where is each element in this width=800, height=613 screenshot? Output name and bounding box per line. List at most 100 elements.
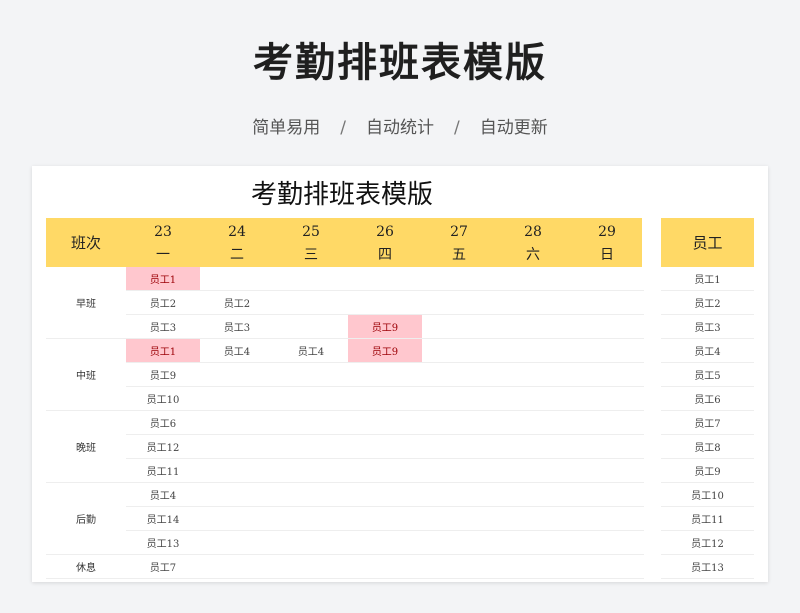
schedule-cell[interactable] [348,387,422,411]
schedule-cell[interactable]: 员工3 [126,315,200,339]
schedule-cell[interactable] [274,315,348,339]
schedule-cell[interactable] [422,507,496,531]
schedule-cell[interactable]: 员工4 [200,339,274,363]
schedule-cell[interactable] [570,555,644,579]
schedule-cell[interactable]: 员工11 [126,459,200,483]
schedule-cell[interactable] [496,315,570,339]
schedule-cell[interactable] [422,411,496,435]
day-number: 25 [302,224,320,240]
schedule-cell[interactable] [570,507,644,531]
schedule-cell[interactable] [496,267,570,291]
tagline-item-3: 自动更新 [479,118,548,138]
schedule-cell[interactable] [274,435,348,459]
schedule-cell[interactable]: 员工2 [126,291,200,315]
schedule-cell[interactable] [496,435,570,459]
schedule-cell[interactable]: 员工4 [126,483,200,507]
schedule-cell[interactable] [422,531,496,555]
schedule-cell[interactable] [422,363,496,387]
schedule-cell[interactable] [422,435,496,459]
schedule-cell[interactable] [348,291,422,315]
schedule-cell[interactable]: 员工10 [126,387,200,411]
schedule-cell[interactable] [422,555,496,579]
schedule-cell[interactable] [200,267,274,291]
schedule-cell[interactable] [570,531,644,555]
schedule-cell[interactable] [496,411,570,435]
day-header: 24 二 [200,218,274,267]
schedule-cell[interactable] [570,411,644,435]
schedule-cell[interactable] [422,387,496,411]
schedule-cell[interactable]: 员工13 [126,531,200,555]
schedule-cell[interactable] [274,387,348,411]
schedule-cell[interactable] [348,507,422,531]
schedule-cell[interactable] [422,459,496,483]
schedule-cell[interactable] [274,531,348,555]
schedule-cell[interactable] [200,411,274,435]
schedule-cell[interactable] [496,555,570,579]
schedule-cell[interactable] [200,483,274,507]
schedule-cell[interactable] [274,483,348,507]
schedule-cell[interactable]: 员工2 [200,291,274,315]
schedule-cell[interactable]: 员工7 [126,555,200,579]
schedule-cell[interactable] [348,363,422,387]
schedule-cell[interactable] [570,267,644,291]
day-weekday: 二 [230,247,244,263]
schedule-cell[interactable] [200,387,274,411]
schedule-cell[interactable] [570,435,644,459]
schedule-cell[interactable]: 员工12 [126,435,200,459]
schedule-cell[interactable] [274,267,348,291]
schedule-cell[interactable]: 员工3 [200,315,274,339]
schedule-cell[interactable]: 员工9 [348,339,422,363]
schedule-cell[interactable] [200,363,274,387]
schedule-cell[interactable] [200,507,274,531]
schedule-cell[interactable] [570,483,644,507]
schedule-cell[interactable]: 员工1 [126,267,200,291]
schedule-cell[interactable] [570,459,644,483]
schedule-cell[interactable] [570,315,644,339]
schedule-cell[interactable] [422,483,496,507]
schedule-cell[interactable] [496,339,570,363]
schedule-cell[interactable] [348,531,422,555]
schedule-cell[interactable] [348,459,422,483]
schedule-cell[interactable] [274,363,348,387]
schedule-cell[interactable] [496,291,570,315]
schedule-cell[interactable] [496,507,570,531]
schedule-cell[interactable] [274,291,348,315]
schedule-cell[interactable]: 员工14 [126,507,200,531]
schedule-cell[interactable] [422,339,496,363]
schedule-cell[interactable] [496,363,570,387]
schedule-cell[interactable] [570,291,644,315]
schedule-cell[interactable] [200,459,274,483]
schedule-cell[interactable]: 员工6 [126,411,200,435]
schedule-cell[interactable] [200,531,274,555]
day-header: 26 四 [348,218,422,267]
schedule-cell[interactable] [422,315,496,339]
schedule-cell[interactable] [496,387,570,411]
schedule-cell[interactable]: 员工1 [126,339,200,363]
schedule-cell[interactable]: 员工9 [348,315,422,339]
employee-list-item: 员工11 [661,507,754,531]
schedule-cell[interactable] [570,339,644,363]
schedule-cell[interactable]: 员工9 [126,363,200,387]
schedule-cell[interactable] [496,459,570,483]
schedule-cell[interactable] [348,411,422,435]
schedule-cell[interactable] [496,483,570,507]
schedule-cell[interactable] [348,267,422,291]
schedule-cell[interactable] [570,363,644,387]
schedule-cell[interactable] [348,483,422,507]
schedule-cell[interactable] [274,411,348,435]
schedule-cell[interactable] [422,291,496,315]
schedule-cell[interactable] [348,555,422,579]
schedule-cell[interactable] [274,507,348,531]
schedule-cell[interactable] [200,435,274,459]
schedule-cell[interactable] [422,267,496,291]
sheet-title: 考勤排班表模版 [250,180,433,210]
schedule-cell[interactable] [274,555,348,579]
schedule-cell[interactable] [496,531,570,555]
schedule-cell[interactable] [200,555,274,579]
shift-label: 早班 [46,267,126,339]
schedule-cell[interactable]: 员工4 [274,339,348,363]
schedule-cell[interactable] [348,435,422,459]
shift-label: 晚班 [46,411,126,483]
schedule-cell[interactable] [570,387,644,411]
schedule-cell[interactable] [274,459,348,483]
